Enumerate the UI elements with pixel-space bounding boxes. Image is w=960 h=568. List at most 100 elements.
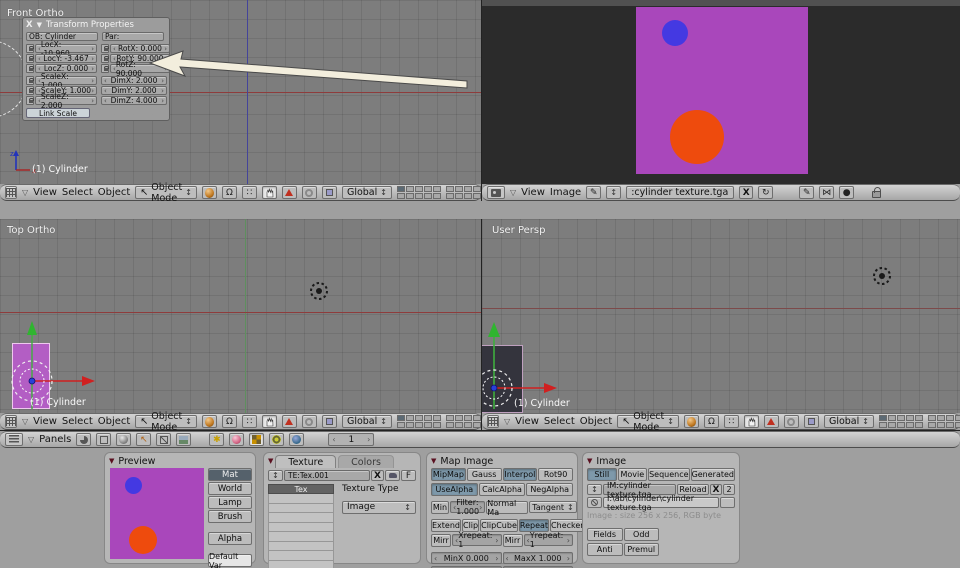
map-image-panel-header[interactable]: ▼Map Image bbox=[431, 455, 573, 467]
texture-unlink-button[interactable]: X bbox=[371, 470, 384, 481]
uv-canvas[interactable] bbox=[482, 0, 960, 184]
mode-dropdown[interactable]: ↖Object Mode↕ bbox=[135, 415, 197, 428]
image-panel-header[interactable]: ▼Image bbox=[587, 455, 735, 467]
layer-buttons[interactable] bbox=[397, 415, 441, 428]
users-count-button[interactable]: 2 bbox=[723, 484, 735, 495]
chevron-down-icon[interactable]: ▽ bbox=[22, 188, 28, 197]
lock-locy-icon[interactable] bbox=[26, 54, 34, 63]
chevron-down-icon[interactable]: ▽ bbox=[504, 417, 510, 426]
scalex-field[interactable]: ScaleX: 1.000 bbox=[35, 76, 97, 85]
lock-rotz-icon[interactable] bbox=[101, 64, 109, 73]
maxx-field[interactable]: MaxX 1.000 bbox=[503, 552, 574, 564]
chevron-down-icon[interactable]: ▽ bbox=[28, 435, 34, 444]
orientation-dropdown[interactable]: Global↕ bbox=[342, 186, 392, 199]
image-path-field[interactable]: I:\ab\cylinder\cylinder texture.tga bbox=[603, 497, 719, 508]
layer-buttons-2[interactable] bbox=[446, 186, 481, 199]
draw-type-dropdown[interactable] bbox=[202, 415, 217, 428]
auto-name-button[interactable] bbox=[385, 470, 400, 481]
odd-toggle[interactable]: Odd bbox=[624, 528, 660, 541]
draw-type-dropdown[interactable] bbox=[684, 415, 699, 428]
translate-manipulator-button[interactable] bbox=[282, 415, 297, 428]
link-scale-button[interactable]: Link Scale bbox=[26, 108, 90, 118]
preview-panel-header[interactable]: ▼Preview bbox=[109, 455, 251, 467]
logic-context-button[interactable] bbox=[76, 433, 91, 446]
lamp-object[interactable] bbox=[870, 264, 894, 288]
scalez-field[interactable]: ScaleZ: 2.000 bbox=[35, 96, 97, 105]
rotate-manipulator-button[interactable] bbox=[302, 186, 317, 199]
menu-view[interactable]: View bbox=[33, 187, 57, 198]
manipulator-hand-button[interactable] bbox=[744, 415, 759, 428]
xrepeat-field[interactable]: Xrepeat: 1 bbox=[452, 534, 502, 546]
parent-field[interactable]: Par: bbox=[102, 32, 164, 41]
material-subcontext-button[interactable] bbox=[229, 433, 244, 446]
scene-context-button[interactable] bbox=[176, 433, 191, 446]
menu-object[interactable]: Object bbox=[98, 187, 131, 198]
locx-field[interactable]: LocX: -10.960 bbox=[35, 44, 97, 53]
editor-type-button[interactable] bbox=[487, 415, 499, 428]
mipmap-toggle[interactable]: MipMap bbox=[431, 468, 466, 481]
manipulator-hand-button[interactable] bbox=[262, 415, 277, 428]
editor-type-button[interactable] bbox=[5, 415, 17, 428]
lock-scaley-icon[interactable] bbox=[26, 86, 34, 95]
layer-buttons[interactable] bbox=[879, 415, 923, 428]
layer-buttons[interactable] bbox=[397, 186, 441, 199]
preview-mat-button[interactable]: Mat bbox=[208, 468, 252, 481]
menu-select[interactable]: Select bbox=[544, 416, 575, 427]
menu-select[interactable]: Select bbox=[62, 187, 93, 198]
image-browse-dropdown[interactable]: ↕ bbox=[587, 484, 602, 495]
menu-object[interactable]: Object bbox=[580, 416, 613, 427]
viewport-persp-canvas[interactable]: User Persp (1) Cylinder bbox=[482, 219, 960, 413]
layer-buttons-2[interactable] bbox=[446, 415, 481, 428]
translate-manipulator-button[interactable] bbox=[764, 415, 779, 428]
scale-manipulator-button[interactable] bbox=[322, 186, 337, 199]
mode-dropdown[interactable]: ↖Object Mode↕ bbox=[617, 415, 679, 428]
shading-context-button[interactable] bbox=[116, 433, 131, 446]
extend-toggle[interactable]: Extend bbox=[431, 519, 461, 532]
usealpha-toggle[interactable]: UseAlpha bbox=[431, 483, 478, 496]
lock-icon[interactable] bbox=[872, 191, 881, 198]
locy-field[interactable]: LocY: -3.467 bbox=[35, 54, 97, 63]
texture-channel-active[interactable]: Tex bbox=[268, 484, 334, 494]
menu-image[interactable]: Image bbox=[550, 187, 581, 198]
refresh-button[interactable]: ↻ bbox=[758, 186, 773, 199]
interpol-toggle[interactable]: Interpol bbox=[503, 468, 538, 481]
pivot-dropdown[interactable]: Ω bbox=[222, 415, 237, 428]
lock-scalez-icon[interactable] bbox=[26, 96, 34, 105]
source-generated-toggle[interactable]: Generated bbox=[691, 468, 735, 481]
collapse-triangle-icon[interactable]: ▼ bbox=[268, 457, 273, 465]
menu-view[interactable]: View bbox=[515, 416, 539, 427]
translate-manipulator-button[interactable] bbox=[282, 186, 297, 199]
rotate-manipulator-button[interactable] bbox=[784, 415, 799, 428]
texture-name-field[interactable]: TE:Tex.001 bbox=[284, 470, 370, 481]
min-toggle[interactable]: Min bbox=[431, 501, 449, 514]
texture-channel-list[interactable]: Tex bbox=[268, 484, 334, 568]
transform-panel-header[interactable]: X ▼ Transform Properties bbox=[26, 20, 166, 30]
preview-world-button[interactable]: World bbox=[208, 482, 252, 495]
texture-type-dropdown[interactable]: Image↕ bbox=[342, 501, 416, 514]
object-context-button[interactable]: ↖ bbox=[136, 433, 151, 446]
world-subcontext-button[interactable] bbox=[289, 433, 304, 446]
script-context-button[interactable] bbox=[96, 433, 111, 446]
paint-mode-button[interactable]: ✎ bbox=[586, 186, 601, 199]
lamp-subcontext-button[interactable]: ✱ bbox=[209, 433, 224, 446]
image-unlink-button[interactable]: X bbox=[739, 186, 753, 199]
anti-toggle[interactable]: Anti bbox=[587, 543, 623, 556]
preview-lamp-button[interactable]: Lamp bbox=[208, 496, 252, 509]
tab-texture[interactable]: Texture bbox=[275, 455, 336, 468]
pivot-dropdown[interactable]: Ω bbox=[222, 186, 237, 199]
scale-manipulator-button[interactable] bbox=[804, 415, 819, 428]
pivot-dropdown[interactable]: Ω bbox=[704, 415, 719, 428]
source-still-toggle[interactable]: Still bbox=[587, 468, 617, 481]
browse-file-button[interactable] bbox=[720, 497, 735, 508]
minx-field[interactable]: MinX 0.000 bbox=[431, 552, 502, 564]
yrepeat-field[interactable]: Yrepeat: 1 bbox=[524, 534, 574, 546]
default-var-button[interactable]: Default Var bbox=[208, 554, 252, 567]
menu-view[interactable]: View bbox=[33, 416, 57, 427]
normal-map-toggle[interactable]: Normal Ma bbox=[486, 501, 528, 514]
fake-user-button[interactable]: F bbox=[401, 470, 416, 481]
preview-brush-button[interactable]: Brush bbox=[208, 510, 252, 523]
source-sequence-toggle[interactable]: Sequence bbox=[648, 468, 689, 481]
manipulator-hand-button[interactable] bbox=[262, 186, 277, 199]
menu-object[interactable]: Object bbox=[98, 416, 131, 427]
gauss-toggle[interactable]: Gauss bbox=[467, 468, 502, 481]
